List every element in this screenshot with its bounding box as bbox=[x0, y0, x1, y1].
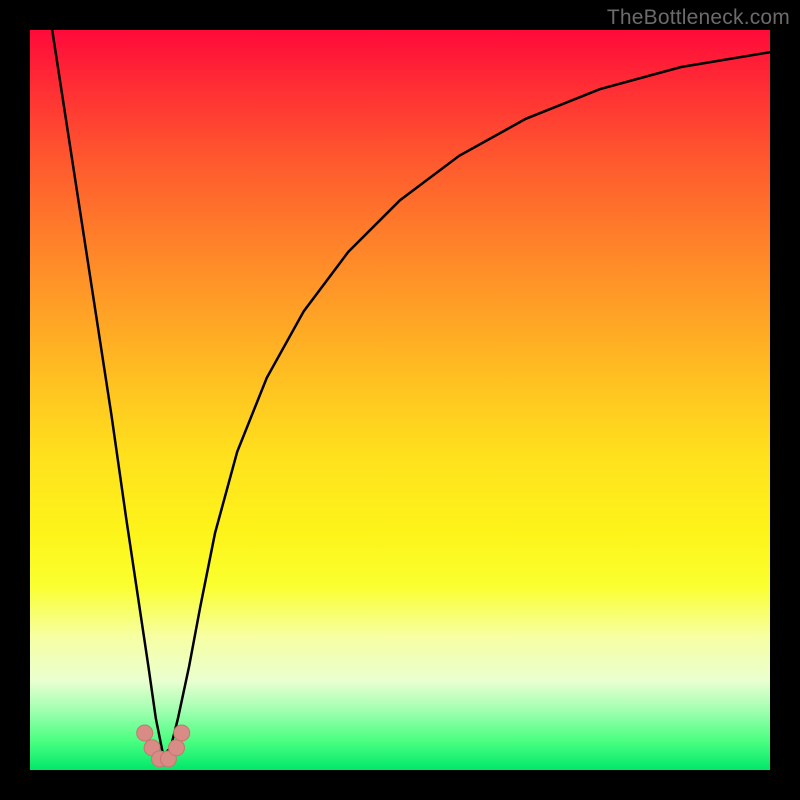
watermark-text: TheBottleneck.com bbox=[607, 6, 790, 30]
chart-plot-area bbox=[30, 30, 770, 770]
curve-marker bbox=[169, 740, 185, 756]
chart-frame: TheBottleneck.com bbox=[0, 0, 800, 800]
curve-marker bbox=[137, 725, 153, 741]
bottleneck-curve-svg bbox=[30, 30, 770, 770]
curve-marker bbox=[174, 725, 190, 741]
curve-markers bbox=[137, 725, 190, 767]
bottleneck-curve-path bbox=[52, 30, 770, 755]
